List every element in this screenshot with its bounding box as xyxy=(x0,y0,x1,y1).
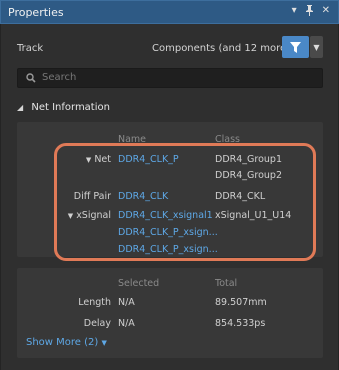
length-label: Length xyxy=(78,297,111,308)
delay-label: Delay xyxy=(83,318,111,329)
column-header-total: Total xyxy=(215,278,238,289)
search-placeholder: Search xyxy=(42,72,77,83)
section-title: Net Information xyxy=(31,102,110,113)
panel-title: Properties xyxy=(8,6,64,19)
pin-icon[interactable] xyxy=(305,5,314,19)
search-icon xyxy=(26,73,36,83)
collapse-triangle-icon: ◢ xyxy=(17,103,24,112)
delay-selected: N/A xyxy=(118,318,135,329)
filter-button[interactable] xyxy=(282,36,309,58)
search-input[interactable]: Search xyxy=(17,68,323,88)
close-icon[interactable]: ✕ xyxy=(322,5,330,19)
show-more-link[interactable]: Show More (2) ▼ xyxy=(26,337,107,348)
net-information-header[interactable]: ◢ Net Information xyxy=(17,102,110,113)
column-header-selected: Selected xyxy=(118,278,160,289)
filter-icon xyxy=(290,41,301,53)
length-total: 89.507mm xyxy=(215,297,267,308)
show-more-label: Show More (2) xyxy=(26,337,99,348)
annotation-highlight xyxy=(54,143,316,261)
titlebar: Properties ▾ ✕ xyxy=(0,0,339,24)
delay-total: 854.533ps xyxy=(215,318,266,329)
object-type-label: Track xyxy=(17,43,44,54)
filter-dropdown-button[interactable]: ▼ xyxy=(310,36,323,58)
titlebar-icons: ▾ ✕ xyxy=(292,5,330,19)
chevron-down-icon: ▼ xyxy=(313,42,320,52)
filter-summary: Components (and 12 more) xyxy=(152,43,291,54)
chevron-down-icon: ▼ xyxy=(101,339,107,347)
menu-icon[interactable]: ▾ xyxy=(292,5,297,19)
length-selected: N/A xyxy=(118,297,135,308)
